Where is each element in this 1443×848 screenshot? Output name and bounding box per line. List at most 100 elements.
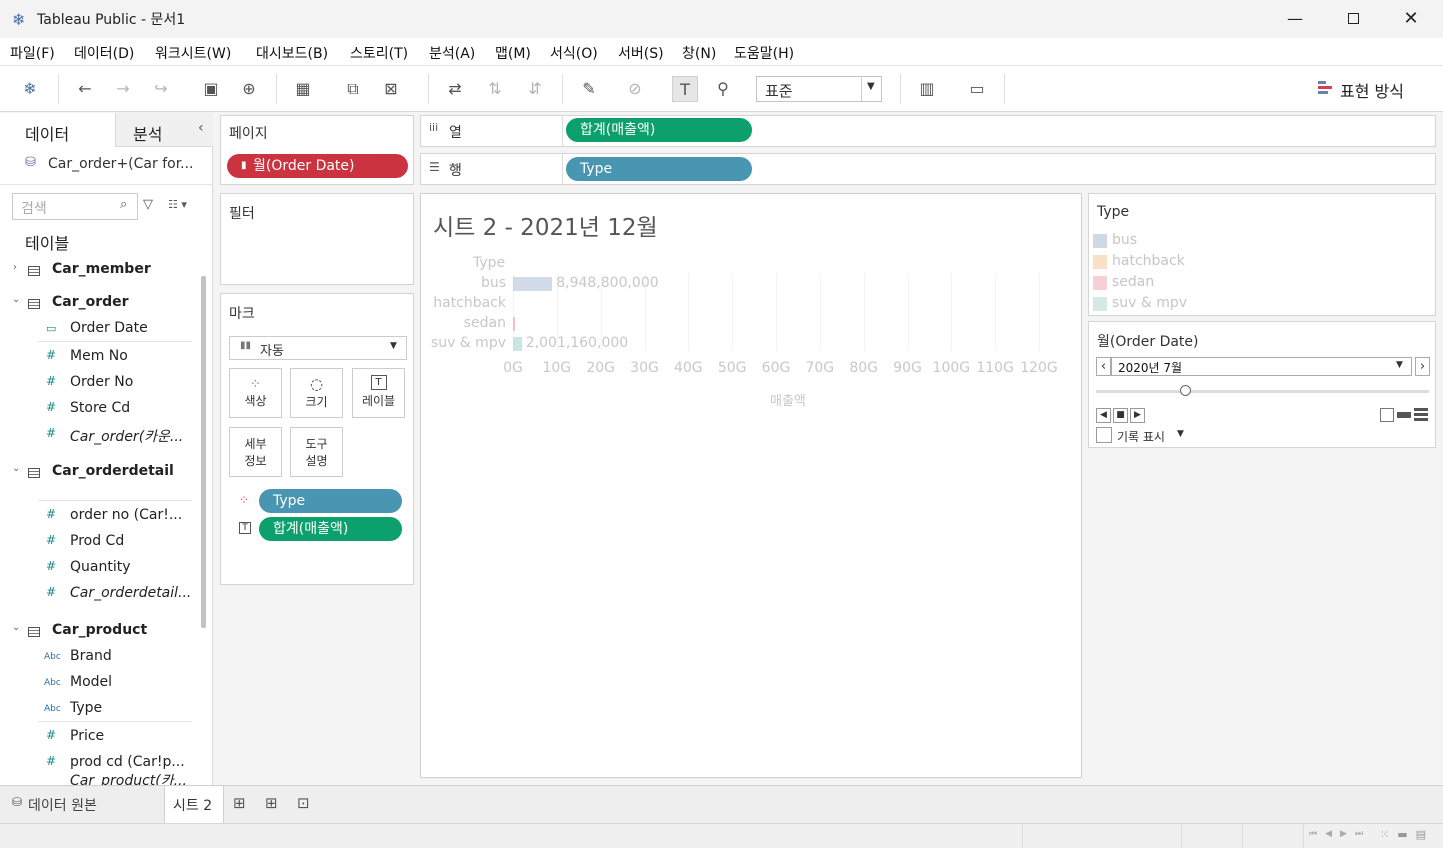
bar-suv-mpv[interactable] xyxy=(513,337,522,351)
tableau-home-icon[interactable]: ❄ xyxy=(17,76,43,102)
field-order-no-detail[interactable]: order no (Car!... xyxy=(70,507,182,523)
legend-item[interactable]: suv & mpv xyxy=(1093,294,1431,314)
menu-worksheet[interactable]: 워크시트(W) xyxy=(155,43,231,63)
table-car-order[interactable]: Car_order xyxy=(52,294,129,310)
field-model[interactable]: Model xyxy=(70,674,112,690)
sort-descending-icon[interactable]: ⇵ xyxy=(522,76,548,102)
speed-medium-icon[interactable] xyxy=(1397,408,1411,422)
datasource-tab[interactable]: ⛁ 데이터 원본 xyxy=(0,786,164,823)
chevron-down-icon[interactable]: ⌄ xyxy=(12,463,20,474)
highlight-icon[interactable]: ✎ xyxy=(576,76,602,102)
menu-server[interactable]: 서버(S) xyxy=(618,43,664,63)
new-dashboard-icon[interactable]: ⊞ xyxy=(265,794,278,812)
mark-pill-type[interactable]: Type xyxy=(259,489,402,513)
show-mark-labels-icon[interactable]: T xyxy=(672,76,698,102)
sheet-navigation-icon[interactable]: ⏮◀▶⏭ xyxy=(1309,829,1371,839)
play-forward-button[interactable]: ▶ xyxy=(1130,408,1145,423)
menu-analysis[interactable]: 분석(A) xyxy=(429,43,475,63)
minimize-button[interactable]: — xyxy=(1284,8,1306,30)
columns-pill[interactable]: 합계(매출액) xyxy=(566,118,752,142)
bar-sedan[interactable] xyxy=(513,317,515,331)
field-prod-cd[interactable]: Prod Cd xyxy=(70,533,124,549)
color-button[interactable]: ⁘ 색상 xyxy=(229,368,282,418)
menu-format[interactable]: 서식(O) xyxy=(550,43,598,63)
duplicate-sheet-icon[interactable]: ⧉ xyxy=(340,76,366,102)
search-input[interactable]: 검색 ⌕ xyxy=(12,193,138,220)
field-store-cd[interactable]: Store Cd xyxy=(70,400,130,416)
field-car-orderdetail-count[interactable]: Car_orderdetail... xyxy=(70,585,191,601)
field-car-product-count[interactable]: Car_product(카... xyxy=(40,774,190,785)
page-select[interactable]: 2020년 7월 ▼ xyxy=(1111,357,1412,376)
view-options-icon[interactable]: ☷ ▾ xyxy=(168,198,187,211)
filter-icon[interactable]: ▽ xyxy=(143,197,153,212)
chevron-down-icon[interactable]: ⌄ xyxy=(12,622,20,633)
pages-shelf[interactable]: 페이지 ▮ 월(Order Date) xyxy=(220,115,414,185)
detail-button[interactable]: 세부 정보 xyxy=(229,427,282,477)
tab-data[interactable]: 데이터 xyxy=(0,113,115,147)
show-history-checkbox[interactable] xyxy=(1096,427,1112,443)
datasource-name[interactable]: Car_order+(Car for... xyxy=(48,156,194,172)
page-slider-track[interactable] xyxy=(1096,390,1429,393)
legend-item[interactable]: bus xyxy=(1093,231,1431,251)
rows-pill[interactable]: Type xyxy=(566,157,752,181)
rows-shelf[interactable]: ☰ 행 Type xyxy=(420,153,1436,185)
chevron-down-icon[interactable]: ▼ xyxy=(1177,429,1184,439)
sort-ascending-icon[interactable]: ⇅ xyxy=(482,76,508,102)
mark-type-select[interactable]: ▮▮ 자동 ▼ xyxy=(229,336,407,360)
label-button[interactable]: T 레이블 xyxy=(352,368,405,418)
table-car-orderdetail[interactable]: Car_orderdetail xyxy=(52,463,174,479)
stop-button[interactable]: ■ xyxy=(1113,408,1128,423)
page-slider-thumb[interactable] xyxy=(1180,385,1191,396)
new-story-icon[interactable]: ⊡ xyxy=(297,794,310,812)
maximize-button[interactable] xyxy=(1342,8,1364,30)
clear-sheet-icon[interactable]: ⊠ xyxy=(378,76,404,102)
legend-item[interactable]: sedan xyxy=(1093,273,1431,293)
table-car-product[interactable]: Car_product xyxy=(52,622,147,638)
speed-slow-icon[interactable] xyxy=(1380,408,1394,422)
chevron-down-icon[interactable]: ⌄ xyxy=(12,294,20,305)
field-price[interactable]: Price xyxy=(70,728,104,744)
mark-pill-sales[interactable]: 합계(매출액) xyxy=(259,517,402,541)
presentation-mode-icon[interactable]: ▭ xyxy=(964,76,990,102)
menu-story[interactable]: 스토리(T) xyxy=(350,43,408,63)
menu-file[interactable]: 파일(F) xyxy=(10,43,55,63)
redo-icon[interactable]: → xyxy=(110,76,136,102)
show-cards-icon[interactable]: ▥ xyxy=(914,76,940,102)
sheet-tab[interactable]: 시트 2 xyxy=(164,786,224,823)
next-page-button[interactable]: › xyxy=(1415,357,1430,376)
menu-data[interactable]: 데이터(D) xyxy=(74,43,134,63)
pages-pill[interactable]: ▮ 월(Order Date) xyxy=(227,154,408,178)
play-backward-button[interactable]: ◀ xyxy=(1096,408,1111,423)
fix-axes-icon[interactable]: ⚲ xyxy=(710,76,736,102)
collapse-pane-icon[interactable]: ‹ xyxy=(198,120,204,136)
field-car-order-count[interactable]: Car_order(카운... xyxy=(70,426,183,446)
scrollbar-thumb[interactable] xyxy=(201,276,206,628)
field-order-no[interactable]: Order No xyxy=(70,374,133,390)
fit-select[interactable]: 표준 ▼ xyxy=(756,76,882,102)
group-members-icon[interactable]: ⊘ xyxy=(622,76,648,102)
previous-page-button[interactable]: ‹ xyxy=(1096,357,1111,376)
new-datasource-icon[interactable]: ⊕ xyxy=(236,76,262,102)
swap-rows-columns-icon[interactable]: ⇄ xyxy=(442,76,468,102)
undo-icon[interactable]: ← xyxy=(72,76,98,102)
replay-icon[interactable]: ↪ xyxy=(148,76,174,102)
new-worksheet-icon[interactable]: ▦ xyxy=(290,76,316,102)
chevron-right-icon[interactable]: › xyxy=(13,262,17,273)
size-button[interactable]: ◌ 크기 xyxy=(290,368,343,418)
speed-fast-icon[interactable] xyxy=(1414,408,1428,422)
columns-shelf[interactable]: iii 열 합계(매출액) xyxy=(420,115,1436,147)
field-type[interactable]: Type xyxy=(70,700,102,716)
field-order-date[interactable]: Order Date xyxy=(70,320,148,336)
sheet-view-icon[interactable]: ⁙▬▤ xyxy=(1380,828,1434,841)
filters-shelf[interactable]: 필터 xyxy=(220,193,414,285)
bar-bus[interactable] xyxy=(513,277,553,291)
new-worksheet-icon[interactable]: ⊞ xyxy=(233,794,246,812)
menu-window[interactable]: 창(N) xyxy=(682,43,716,63)
field-quantity[interactable]: Quantity xyxy=(70,559,131,575)
tooltip-button[interactable]: 도구 설명 xyxy=(290,427,343,477)
field-brand[interactable]: Brand xyxy=(70,648,112,664)
show-history-label[interactable]: 기록 표시 xyxy=(1117,428,1165,445)
menu-dashboard[interactable]: 대시보드(B) xyxy=(256,43,328,63)
save-icon[interactable]: ▣ xyxy=(198,76,224,102)
field-mem-no[interactable]: Mem No xyxy=(70,348,128,364)
